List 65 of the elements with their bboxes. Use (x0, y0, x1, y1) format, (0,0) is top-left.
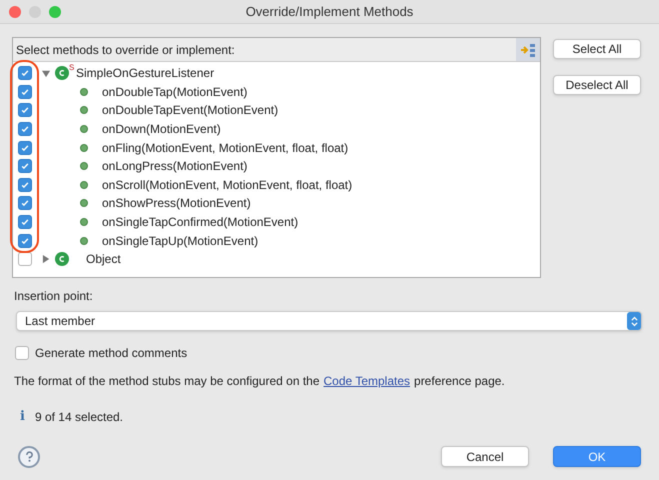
checkbox[interactable] (18, 252, 32, 266)
hierarchy-button[interactable] (516, 38, 540, 61)
method-icon (80, 180, 88, 189)
class-icon (55, 66, 69, 80)
expand-toggle[interactable] (42, 254, 52, 264)
method-name[interactable]: onDown(MotionEvent) (102, 120, 221, 138)
checkbox[interactable] (18, 66, 32, 80)
note-text: preference page. (414, 373, 505, 390)
side-button[interactable]: Deselect All (553, 75, 641, 95)
checkbox[interactable] (15, 346, 29, 360)
checkbox[interactable] (18, 103, 32, 118)
info-icon: i (20, 407, 25, 426)
checkbox[interactable] (18, 84, 32, 99)
checkbox[interactable] (18, 234, 32, 248)
method-name[interactable]: onFling(MotionEvent, MotionEvent, float, float) (102, 138, 348, 157)
note-text: The format of the method stubs may be configured on the (14, 373, 320, 390)
class-name[interactable]: SimpleOnGestureListener (76, 64, 214, 82)
method-name[interactable]: onDoubleTapEvent(MotionEvent) (102, 101, 278, 120)
window-title: Override/Implement Methods (246, 2, 414, 21)
checkbox[interactable] (18, 122, 32, 136)
checkbox[interactable] (18, 215, 32, 230)
hierarchy-icon (520, 42, 536, 56)
checkmark-icon (20, 180, 30, 190)
insertion-label: Insertion point: (14, 288, 93, 305)
method-name[interactable]: onDoubleTap(MotionEvent) (102, 82, 248, 101)
expand-toggle[interactable] (42, 68, 52, 78)
checkmark-icon (20, 105, 30, 116)
checkmark-icon (20, 86, 30, 97)
checkbox[interactable] (18, 140, 32, 155)
method-name[interactable]: onShowPress(MotionEvent) (102, 194, 251, 212)
method-icon (80, 106, 88, 114)
checkmark-icon (20, 198, 30, 208)
method-icon (80, 236, 88, 245)
method-name[interactable]: onScroll(MotionEvent, MotionEvent, float, float) (102, 176, 352, 194)
checkmark-icon (20, 161, 30, 172)
checkbox[interactable] (18, 196, 32, 210)
status-text: 9 of 14 selected. (34, 408, 124, 426)
method-icon (80, 162, 88, 170)
class-name[interactable]: Object (86, 250, 121, 268)
checkmark-icon (20, 124, 30, 134)
checkmark-icon (20, 236, 30, 246)
method-name[interactable]: onSingleTapConfirmed(MotionEvent) (102, 213, 298, 232)
checkmark-icon (20, 142, 30, 153)
checkmark-icon (20, 68, 30, 78)
checkbox[interactable] (18, 159, 32, 174)
dialog-button[interactable]: Cancel (441, 446, 529, 467)
static-marker: S (69, 64, 75, 72)
help-icon[interactable] (18, 446, 40, 468)
checkmark-icon (20, 217, 30, 228)
class-icon (55, 252, 69, 266)
method-name[interactable]: onSingleTapUp(MotionEvent) (102, 232, 258, 250)
insertion-dropdown[interactable]: Last member (16, 311, 642, 331)
method-icon (80, 125, 88, 134)
checkbox[interactable] (18, 178, 32, 192)
method-icon (80, 88, 88, 96)
panel-label: Select methods to override or implement: (15, 42, 236, 58)
method-name[interactable]: onLongPress(MotionEvent) (102, 157, 248, 176)
side-button[interactable]: Select All (553, 39, 641, 59)
method-icon (80, 144, 88, 152)
code-templates-link[interactable]: Code Templates (324, 372, 410, 390)
dropdown-arrows-icon (627, 312, 641, 330)
method-icon (80, 218, 88, 226)
method-icon (80, 199, 88, 208)
close-button[interactable] (9, 6, 21, 18)
checkbox-label: Generate method comments (35, 345, 188, 362)
